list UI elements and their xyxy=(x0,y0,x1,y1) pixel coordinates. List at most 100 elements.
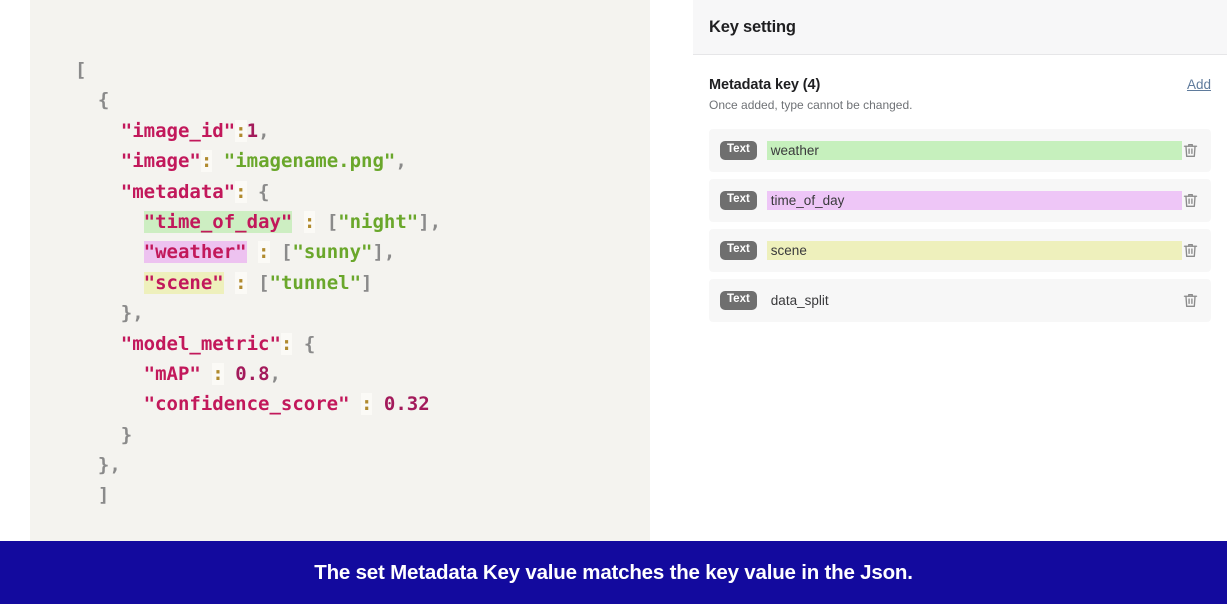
code-token: 0.32 xyxy=(383,393,430,416)
key-name-label[interactable]: weather xyxy=(766,141,1182,160)
code-token: : xyxy=(258,241,270,264)
code-token: 0.8 xyxy=(235,362,270,385)
code-token: 1 xyxy=(246,119,259,142)
metadata-key-row[interactable]: Text data_split xyxy=(709,279,1211,322)
code-token: ], xyxy=(418,210,442,233)
code-token: [ xyxy=(315,210,339,233)
code-token-highlighted: "time_of_day" xyxy=(143,210,293,233)
code-token: } xyxy=(75,423,133,446)
code-line: }, xyxy=(75,450,441,480)
code-token: { xyxy=(292,332,316,355)
metadata-key-list: Text weather Text time_of_day Text scene Text d… xyxy=(693,129,1227,322)
code-token: : xyxy=(235,119,247,142)
code-token: [ xyxy=(75,59,87,81)
code-token: }, xyxy=(75,454,121,477)
json-code-panel: [ { "image_id":1, "image": "imagename.pn… xyxy=(30,0,650,541)
trash-icon[interactable] xyxy=(1182,192,1199,209)
caption-text: The set Metadata Key value matches the k… xyxy=(314,560,913,584)
code-line: "image_id":1, xyxy=(75,116,441,146)
code-token: : xyxy=(235,271,247,294)
section-subtitle: Once added, type cannot be changed. xyxy=(709,98,913,112)
code-line: { xyxy=(75,85,441,115)
code-token: "sunny" xyxy=(292,241,373,264)
key-setting-panel: Key setting Metadata key (4) Once added,… xyxy=(693,0,1227,541)
add-key-link[interactable]: Add xyxy=(1187,77,1211,92)
code-token-highlighted: "weather" xyxy=(143,241,247,264)
code-token: [ xyxy=(246,271,270,294)
code-token: , xyxy=(269,362,281,385)
section-title: Metadata key (4) xyxy=(709,77,821,93)
metadata-key-row[interactable]: Text time_of_day xyxy=(709,179,1211,222)
code-token: { xyxy=(75,89,110,112)
code-token: : xyxy=(280,332,293,355)
metadata-key-row[interactable]: Text weather xyxy=(709,129,1211,172)
code-line: ] xyxy=(75,480,441,510)
code-line: "scene" : ["tunnel"] xyxy=(75,268,441,298)
code-token: ], xyxy=(372,241,396,264)
metadata-key-row[interactable]: Text scene xyxy=(709,229,1211,272)
code-line: "model_metric": { xyxy=(75,329,441,359)
code-token: }, xyxy=(75,302,144,325)
code-line: }, xyxy=(75,298,441,328)
code-token: "image" xyxy=(120,150,201,173)
code-token: { xyxy=(246,180,270,203)
key-type-badge: Text xyxy=(720,241,757,260)
code-token: : xyxy=(212,362,224,385)
code-token: "image_id" xyxy=(120,119,236,142)
trash-icon[interactable] xyxy=(1182,242,1199,259)
key-type-badge: Text xyxy=(720,141,757,160)
caption-banner: The set Metadata Key value matches the k… xyxy=(0,541,1227,604)
code-token: ] xyxy=(75,484,110,507)
key-name-label[interactable]: data_split xyxy=(767,291,1182,310)
trash-icon[interactable] xyxy=(1182,142,1199,159)
code-token: "imagename.png" xyxy=(223,150,396,173)
code-token: : xyxy=(235,180,247,203)
code-token: "night" xyxy=(338,210,419,233)
code-line: "image": "imagename.png", xyxy=(75,146,441,176)
code-token: : xyxy=(361,393,373,416)
code-token: : xyxy=(303,210,316,233)
code-token: "confidence_score" xyxy=(143,393,350,416)
trash-icon[interactable] xyxy=(1182,292,1199,309)
code-line: "weather" : ["sunny"], xyxy=(75,237,441,267)
code-token: "metadata" xyxy=(120,180,236,203)
code-line: "time_of_day" : ["night"], xyxy=(75,207,441,237)
code-token: "model_metric" xyxy=(120,332,281,355)
code-token-highlighted: "scene" xyxy=(143,271,224,294)
code-token: "mAP" xyxy=(143,362,201,385)
code-line: } xyxy=(75,420,441,450)
key-type-badge: Text xyxy=(720,191,757,210)
code-line: "metadata": { xyxy=(75,177,441,207)
code-line: "confidence_score" : 0.32 xyxy=(75,389,441,419)
code-line: "mAP" : 0.8, xyxy=(75,359,441,389)
code-token: "tunnel" xyxy=(269,271,362,294)
code-line: [ xyxy=(75,55,441,85)
key-name-label[interactable]: time_of_day xyxy=(766,191,1182,210)
page-title: Key setting xyxy=(709,17,796,36)
metadata-key-section-header: Metadata key (4) Once added, type cannot… xyxy=(693,55,1227,112)
code-token: , xyxy=(395,150,407,173)
code-token: , xyxy=(258,119,270,142)
key-name-label[interactable]: scene xyxy=(766,241,1182,260)
code-token: : xyxy=(200,150,213,173)
key-type-badge: Text xyxy=(720,291,757,310)
panel-header: Key setting xyxy=(693,0,1227,55)
code-token: ] xyxy=(361,271,373,294)
